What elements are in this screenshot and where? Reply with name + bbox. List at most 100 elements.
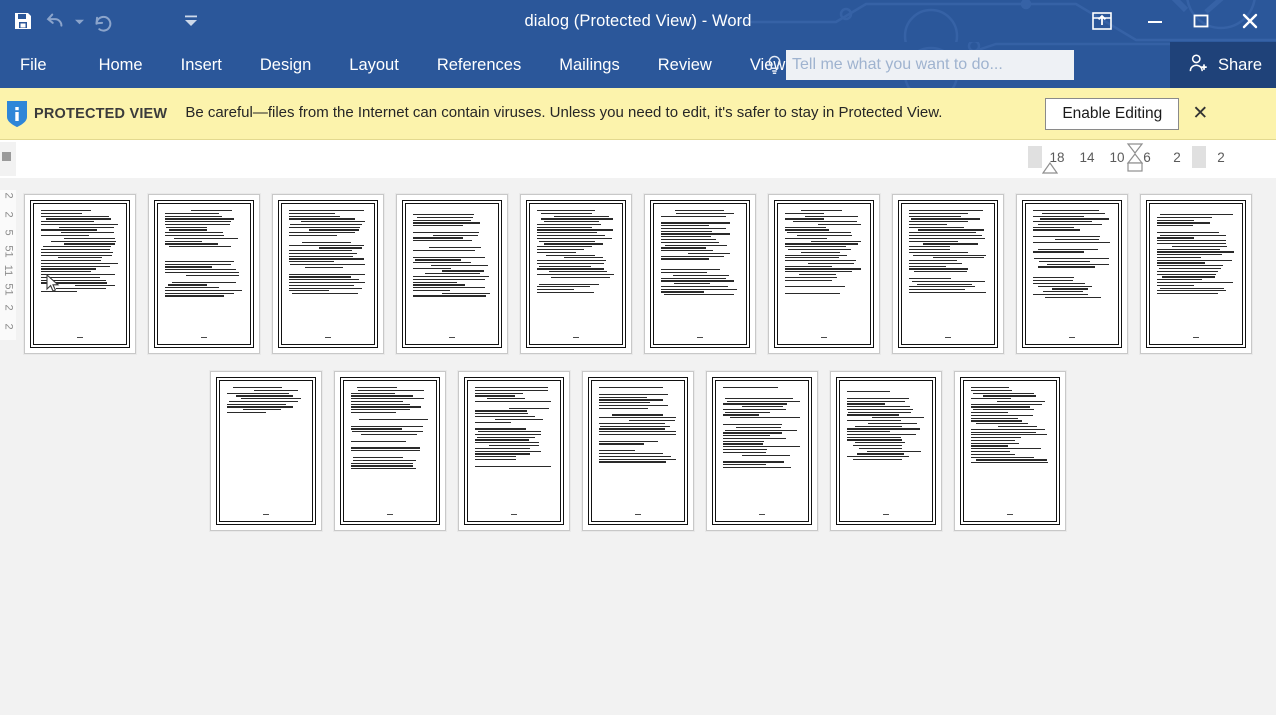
text-line (477, 436, 536, 438)
pages-area[interactable] (0, 178, 1276, 715)
vertical-ruler-stub[interactable] (0, 142, 16, 176)
text-line (361, 433, 418, 436)
text-line (661, 225, 710, 227)
text-line (912, 254, 987, 256)
page-text-block (219, 380, 313, 522)
share-label: Share (1217, 55, 1262, 74)
document-canvas[interactable]: 2 2 5 51 11 51 2 2 (0, 178, 1276, 715)
text-line (909, 246, 951, 248)
text-line (415, 259, 462, 261)
text-line (537, 286, 591, 288)
undo-icon[interactable] (40, 6, 70, 36)
text-line (41, 276, 100, 278)
text-line (599, 399, 663, 401)
text-line (1033, 282, 1086, 284)
page-thumbnail[interactable] (210, 371, 322, 531)
page-thumbnail[interactable] (458, 371, 570, 531)
text-line (1157, 262, 1206, 264)
ruler-row: 18 14 10 6 2 2 (0, 140, 1276, 292)
page-thumbnail[interactable] (396, 194, 508, 354)
page-text-block (529, 203, 623, 345)
page-border-outer (774, 200, 874, 348)
tab-references[interactable]: References (423, 50, 535, 81)
text-line (243, 409, 281, 411)
page-thumbnail[interactable] (954, 371, 1066, 531)
text-line (785, 268, 862, 270)
text-line (661, 233, 730, 235)
text-line (1157, 254, 1222, 256)
save-icon[interactable] (8, 6, 38, 36)
page-number-mark (1193, 336, 1199, 338)
text-line (41, 221, 95, 223)
tab-mailings[interactable]: Mailings (545, 50, 634, 81)
text-line (165, 221, 231, 223)
text-line (785, 257, 839, 259)
text-line (971, 434, 1048, 436)
page-thumbnail[interactable] (830, 371, 942, 531)
text-line (909, 210, 984, 212)
page-text-block (1025, 203, 1119, 345)
page-thumbnail[interactable] (768, 194, 880, 354)
text-line (909, 223, 948, 226)
tell-me-input[interactable] (786, 50, 1074, 80)
quick-access-toolbar[interactable] (0, 0, 206, 42)
tab-design[interactable]: Design (246, 50, 325, 81)
page-thumbnail[interactable] (644, 194, 756, 354)
text-line (599, 450, 635, 452)
text-line (1033, 229, 1080, 231)
protected-view-label: PROTECTED VIEW (34, 105, 168, 122)
tab-home[interactable]: Home (85, 50, 157, 81)
tab-file[interactable]: File (6, 50, 61, 81)
window-controls[interactable] (1072, 0, 1276, 42)
page-thumbnail[interactable] (148, 194, 260, 354)
close-icon[interactable] (1224, 0, 1276, 42)
first-line-indent-marker[interactable] (1042, 162, 1058, 174)
page-thumbnail[interactable] (582, 371, 694, 531)
horizontal-ruler[interactable]: 18 14 10 6 2 2 (1024, 143, 1240, 174)
page-thumbnail[interactable] (334, 371, 446, 531)
page-thumbnail[interactable] (520, 194, 632, 354)
right-indent-marker[interactable] (1126, 143, 1144, 173)
text-line (413, 249, 475, 251)
tab-review[interactable]: Review (644, 50, 726, 81)
tab-insert[interactable]: Insert (167, 50, 236, 81)
tell-me-container[interactable] (762, 42, 1074, 88)
page-thumbnail[interactable] (272, 194, 384, 354)
page-thumbnail[interactable] (892, 194, 1004, 354)
ribbon-display-options-icon[interactable] (1072, 0, 1132, 42)
page-thumbnail[interactable] (1140, 194, 1252, 354)
text-line (537, 289, 574, 291)
page-thumbnail[interactable] (706, 371, 818, 531)
share-button[interactable]: Share (1169, 42, 1276, 88)
text-line (661, 269, 721, 271)
undo-dropdown-icon[interactable] (72, 6, 86, 36)
text-line (858, 447, 903, 449)
text-line (537, 248, 584, 251)
text-line (227, 412, 266, 414)
customize-qat-icon[interactable] (176, 6, 206, 36)
enable-editing-button[interactable]: Enable Editing (1045, 97, 1180, 130)
text-line (847, 400, 905, 402)
ruler-thumb[interactable] (2, 152, 11, 161)
text-line (976, 459, 1047, 461)
page-thumbnail[interactable] (1016, 194, 1128, 354)
text-line (165, 235, 224, 237)
text-line (847, 406, 911, 408)
tab-layout[interactable]: Layout (335, 50, 413, 81)
text-line (599, 440, 658, 442)
page-thumbnail[interactable] (24, 194, 136, 354)
text-line (227, 403, 286, 405)
maximize-icon[interactable] (1178, 0, 1224, 42)
text-line (495, 418, 543, 420)
text-line (554, 215, 609, 217)
text-line (913, 271, 967, 273)
ribbon-tabs[interactable]: File Home Insert Design Layout Reference… (0, 42, 809, 88)
text-line (292, 293, 359, 295)
text-line (599, 387, 663, 389)
minimize-icon[interactable] (1132, 0, 1178, 42)
close-message-bar-icon[interactable]: ✕ (1189, 99, 1211, 129)
text-line (847, 403, 886, 405)
text-line (971, 428, 1046, 430)
text-line (971, 439, 1016, 442)
redo-icon[interactable] (88, 6, 118, 36)
